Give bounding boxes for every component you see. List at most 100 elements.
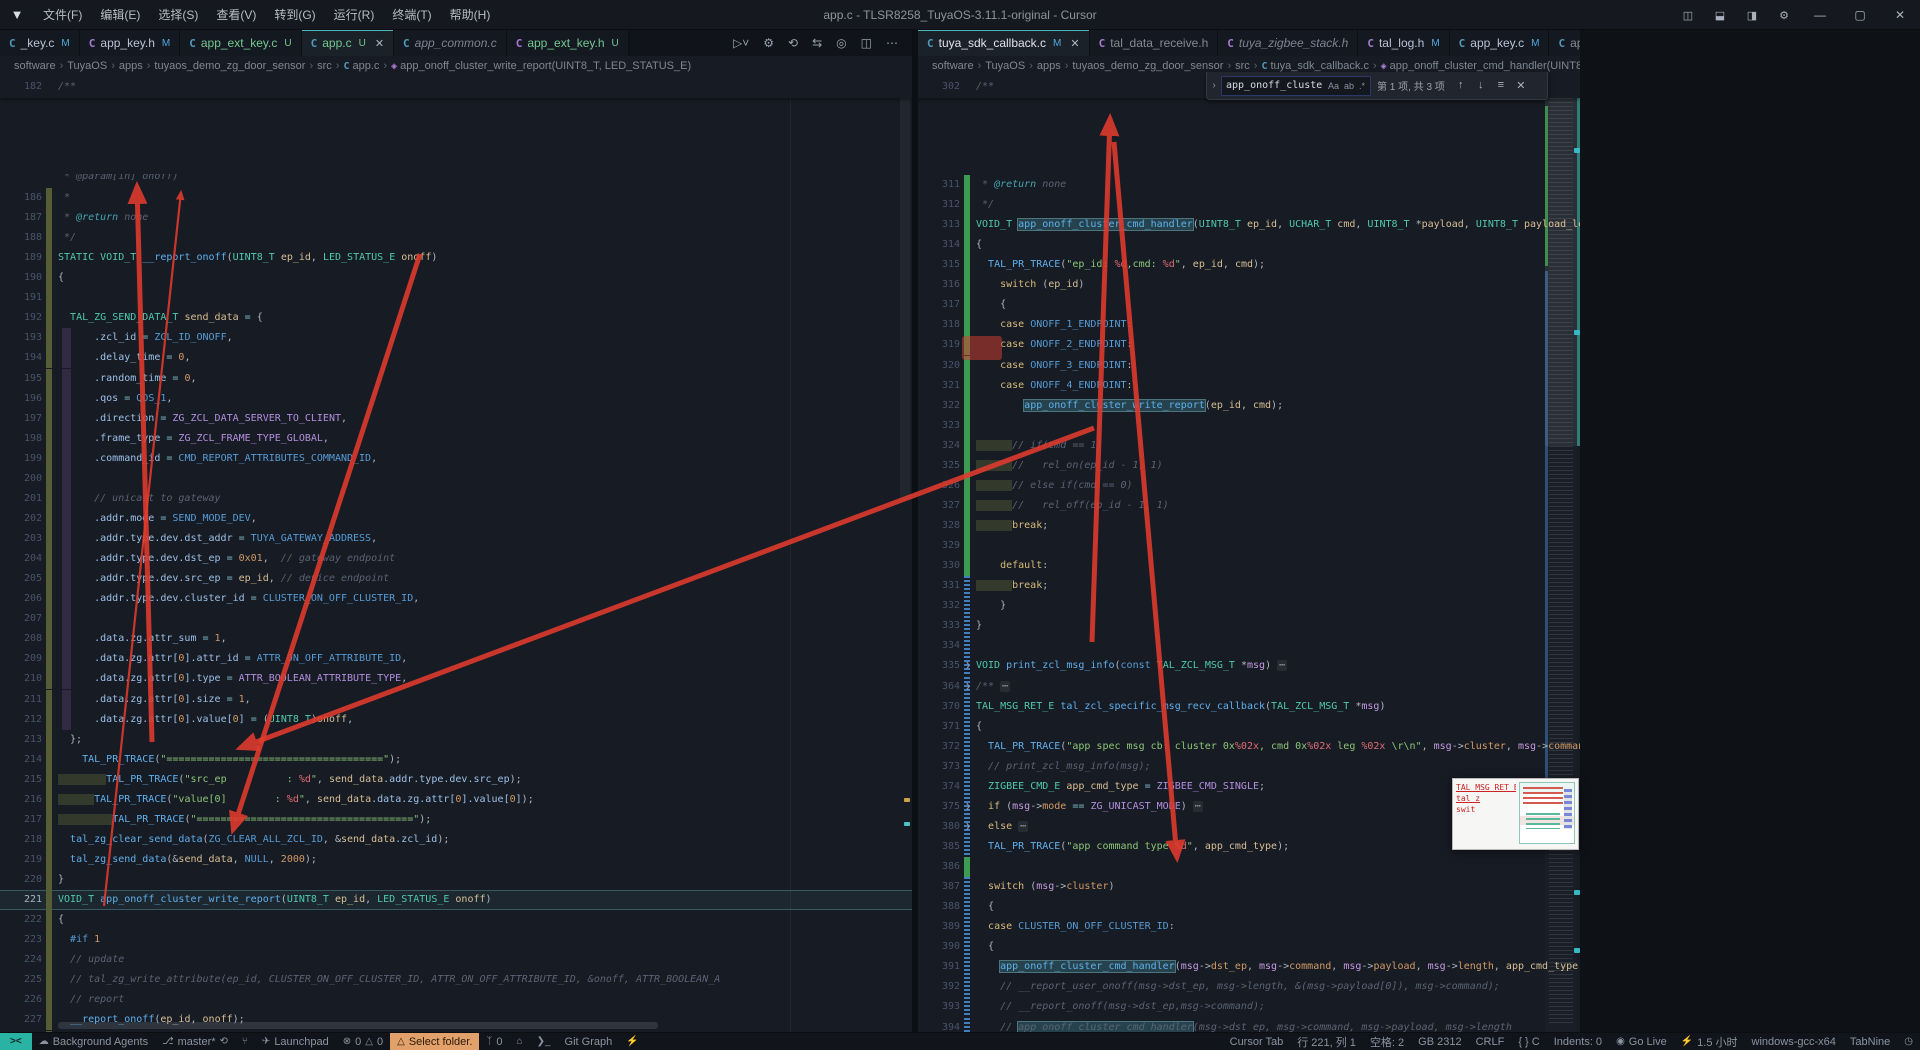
gear-icon[interactable]: ⚙ bbox=[763, 36, 774, 50]
code-line-322[interactable]: 322 app_onoff_cluster_write_report(ep_id… bbox=[918, 395, 1580, 416]
layout-panel-icon[interactable]: ⬓ bbox=[1704, 0, 1736, 30]
code-line-388[interactable]: 388 { bbox=[918, 897, 1580, 918]
history-icon[interactable]: ⟲ bbox=[788, 36, 798, 50]
line-number[interactable]: 192 bbox=[8, 308, 42, 328]
tab-tuya_zigbee_stack.h[interactable]: Ctuya_zigbee_stack.h bbox=[1218, 30, 1359, 56]
breadcrumb-item[interactable]: apps bbox=[119, 60, 143, 72]
code-line-215[interactable]: 215 TAL_PR_TRACE("src_ep : %d", send_dat… bbox=[0, 769, 912, 790]
code-line-210[interactable]: 210 .data.zg.attr[0].type = ATTR_BOOLEAN… bbox=[0, 669, 912, 690]
line-number[interactable]: 205 bbox=[8, 569, 42, 589]
code-line-203[interactable]: 203 .addr.type.dev.dst_addr = TUYA_GATEW… bbox=[0, 529, 912, 550]
line-number[interactable]: 224 bbox=[8, 950, 42, 970]
status-item-git-branch[interactable]: ⎇ master* ⟲ bbox=[155, 1033, 235, 1050]
find-in-selection-icon[interactable]: ≡ bbox=[1491, 79, 1511, 92]
line-number[interactable]: 326 bbox=[926, 476, 960, 496]
line-number[interactable]: 374 bbox=[926, 777, 960, 797]
line-number[interactable]: 364 bbox=[926, 677, 960, 697]
line-number[interactable]: 324 bbox=[926, 436, 960, 456]
breadcrumb-item[interactable]: src bbox=[1235, 60, 1250, 72]
line-number[interactable]: 387 bbox=[926, 877, 960, 897]
line-number[interactable]: 196 bbox=[8, 389, 42, 409]
split-editor-icon[interactable]: ◫ bbox=[861, 36, 872, 50]
toggle-replace-icon[interactable]: › bbox=[1207, 80, 1221, 91]
line-number[interactable]: 322 bbox=[926, 396, 960, 416]
next-match-icon[interactable]: ↓ bbox=[1471, 79, 1491, 92]
status-item-home[interactable]: ⌂ bbox=[510, 1033, 530, 1050]
code-line-387[interactable]: 387 switch (msg->cluster) bbox=[918, 877, 1580, 898]
more-actions-icon[interactable]: ⋯ bbox=[886, 36, 898, 50]
code-line-204[interactable]: 204 .addr.type.dev.dst_ep = 0x01, // gat… bbox=[0, 549, 912, 570]
code-line-224[interactable]: 224 // update bbox=[0, 950, 912, 971]
breadcrumb-item[interactable]: ◈ app_onoff_cluster_cmd_handler(UINT8_T, … bbox=[1381, 60, 1580, 72]
tab-app_ext_key.h[interactable]: Capp_ext_key.h U bbox=[506, 30, 629, 56]
menu-转到(G)[interactable]: 转到(G) bbox=[265, 0, 324, 30]
code-line-390[interactable]: 390 { bbox=[918, 937, 1580, 958]
code-line-219[interactable]: 219 tal_zg_send_data(&send_data, NULL, 2… bbox=[0, 849, 912, 870]
line-number[interactable]: 314 bbox=[926, 235, 960, 255]
breadcrumb-item[interactable]: apps bbox=[1037, 60, 1061, 72]
status-item-go-live[interactable]: ◉ Go Live bbox=[1609, 1033, 1674, 1050]
code-line-195[interactable]: 195 .random_time = 0, bbox=[0, 368, 912, 389]
code-line-206[interactable]: 206 .addr.type.dev.cluster_id = CLUSTER_… bbox=[0, 589, 912, 610]
line-number[interactable]: 186 bbox=[8, 188, 42, 208]
line-number[interactable]: 389 bbox=[926, 917, 960, 937]
line-number[interactable]: 319 bbox=[926, 335, 960, 355]
line-number[interactable]: 187 bbox=[8, 208, 42, 228]
line-number[interactable]: 390 bbox=[926, 937, 960, 957]
status-item-indents[interactable]: Indents: 0 bbox=[1547, 1033, 1609, 1050]
line-number[interactable]: 386 bbox=[926, 857, 960, 877]
code-line-330[interactable]: 330 default: bbox=[918, 556, 1580, 577]
status-item-eol[interactable]: CRLF bbox=[1469, 1033, 1512, 1050]
line-number[interactable]: 197 bbox=[8, 409, 42, 429]
line-number[interactable]: 315 bbox=[926, 255, 960, 275]
code-line-331[interactable]: 331 break; bbox=[918, 576, 1580, 597]
breadcrumb-item[interactable]: TuyaOS bbox=[67, 60, 107, 72]
code-line-326[interactable]: 326 // else if(cmd == 0) bbox=[918, 475, 1580, 496]
code-line-216[interactable]: 216 TAL_PR_TRACE("value[0] : %d", send_d… bbox=[0, 789, 912, 810]
code-line-318[interactable]: 318 case ONOFF_1_ENDPOINT: bbox=[918, 315, 1580, 336]
line-number[interactable]: 221 bbox=[8, 890, 42, 910]
settings-gear-icon[interactable]: ⚙ bbox=[1768, 0, 1800, 30]
line-number[interactable]: 207 bbox=[8, 609, 42, 629]
menu-查看(V)[interactable]: 查看(V) bbox=[207, 0, 265, 30]
line-number[interactable]: 225 bbox=[8, 970, 42, 990]
status-item-flash[interactable]: ⚡ bbox=[619, 1033, 645, 1050]
line-number[interactable]: 388 bbox=[926, 897, 960, 917]
line-number[interactable]: 394 bbox=[926, 1018, 960, 1032]
code-line-200[interactable]: 200 bbox=[0, 468, 912, 489]
line-number[interactable]: 334 bbox=[926, 636, 960, 656]
status-item-git-graph[interactable]: Git Graph bbox=[558, 1033, 620, 1050]
line-number[interactable]: 209 bbox=[8, 649, 42, 669]
code-line-315[interactable]: 315 TAL_PR_TRACE("ep_id: %d,cmd: %d", ep… bbox=[918, 255, 1580, 276]
screenshot-pip-overlay[interactable]: TAL_MSG_RET_E tal_z swit bbox=[1452, 778, 1579, 850]
code-line-201[interactable]: 201 // unicast to gateway bbox=[0, 488, 912, 509]
status-item-ports[interactable]: ᛉ0 bbox=[479, 1033, 509, 1050]
tab-app_ext_key.c[interactable]: Capp_ext_key.c U bbox=[180, 30, 302, 56]
code-line-325[interactable]: 325 // rel_on(ep_id - 1, 1) bbox=[918, 455, 1580, 476]
code-line-323[interactable]: 323 bbox=[918, 415, 1580, 436]
layout-secondary-icon[interactable]: ◨ bbox=[1736, 0, 1768, 30]
tab-_key.c[interactable]: C _key.c M bbox=[0, 30, 80, 56]
line-number[interactable]: 371 bbox=[926, 717, 960, 737]
line-number[interactable]: 227 bbox=[8, 1010, 42, 1030]
match-case-icon[interactable]: Aa bbox=[1327, 81, 1340, 91]
code-line-223[interactable]: 223 #if 1 bbox=[0, 930, 912, 951]
line-number[interactable]: 391 bbox=[926, 957, 960, 977]
code-line-198[interactable]: 198 .frame_type = ZG_ZCL_FRAME_TYPE_GLOB… bbox=[0, 428, 912, 449]
line-number[interactable]: 200 bbox=[8, 469, 42, 489]
line-number[interactable]: 206 bbox=[8, 589, 42, 609]
run-icon[interactable]: ▷˅ bbox=[733, 36, 749, 50]
code-line-185[interactable]: * @param[in] onoff) bbox=[0, 174, 912, 187]
code-line-394[interactable]: 394 // app_onoff_cluster_cmd_handler(msg… bbox=[918, 1017, 1580, 1032]
status-item-notifications-bell[interactable]: ◷ bbox=[1897, 1033, 1920, 1050]
code-line-192[interactable]: 192 TAL_ZG_SEND_DATA_T send_data = { bbox=[0, 308, 912, 329]
line-number[interactable]: 213 bbox=[8, 730, 42, 750]
breadcrumb-item[interactable]: tuyaos_demo_zg_door_sensor bbox=[1072, 60, 1223, 72]
line-number[interactable]: 385 bbox=[926, 837, 960, 857]
line-number[interactable]: 223 bbox=[8, 930, 42, 950]
code-line-225[interactable]: 225 // tal_zg_write_attribute(ep_id, CLU… bbox=[0, 970, 912, 991]
line-number[interactable]: 325 bbox=[926, 456, 960, 476]
tab-app_key.h[interactable]: Capp_key.h M bbox=[79, 30, 181, 56]
line-number[interactable]: 328 bbox=[926, 516, 960, 536]
code-line-386[interactable]: 386 bbox=[918, 857, 1580, 878]
